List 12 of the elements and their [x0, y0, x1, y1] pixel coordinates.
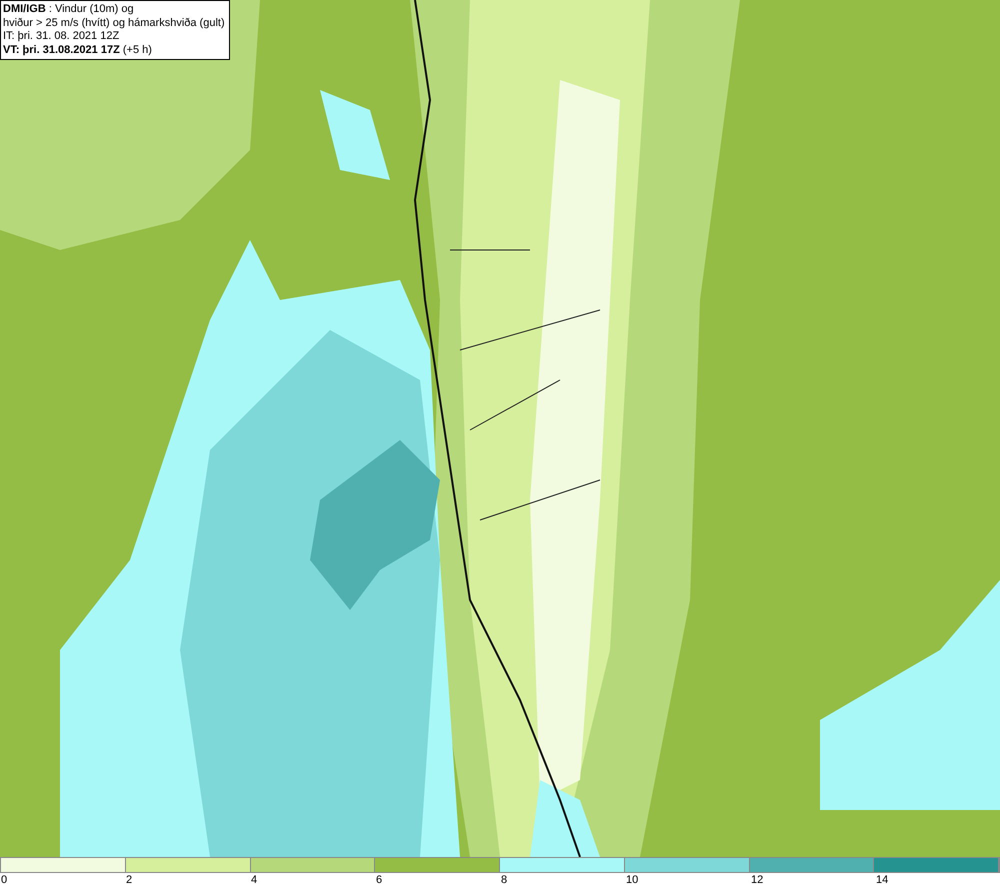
- scale-label: 8: [501, 874, 508, 886]
- info-text: DMI/IGB : Vindur (10m) og: [3, 3, 135, 16]
- scale-label: 14: [876, 874, 888, 886]
- info-text: hviður > 25 m/s (hvítt) og hámarkshviða (gult): [3, 16, 225, 30]
- scale-label: 2: [126, 874, 132, 886]
- scale-label: 12: [751, 874, 764, 886]
- scale-label: 4: [251, 874, 258, 886]
- info-text: VT: þri. 31.08.2021 17Z (+5 h): [3, 44, 153, 57]
- scale-label: 10: [626, 874, 638, 886]
- info-text: IT: þri. 31. 08. 2021 12Z: [3, 30, 120, 44]
- scale-label: 0: [1, 874, 8, 886]
- scale-label: 6: [376, 874, 382, 886]
